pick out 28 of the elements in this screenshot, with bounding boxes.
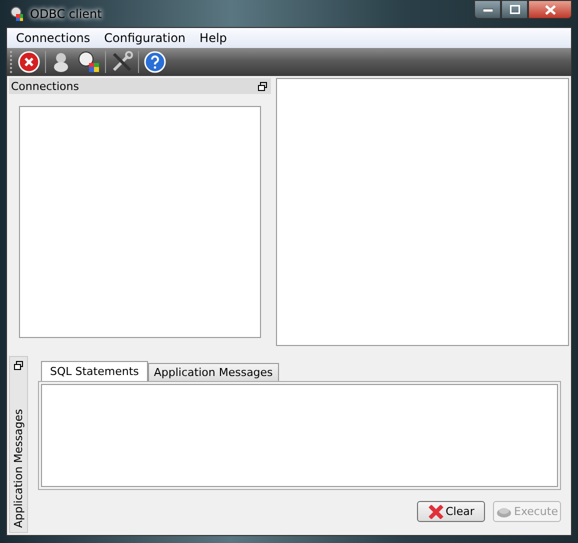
help-icon	[144, 51, 166, 73]
menu-item[interactable]: Configuration	[97, 31, 193, 45]
maximize-icon	[510, 5, 520, 14]
stop-button[interactable]	[17, 51, 41, 73]
tab[interactable]: Application Messages	[148, 363, 279, 381]
clear-button[interactable]: Clear	[417, 501, 485, 522]
minimize-icon	[482, 8, 492, 12]
tools-icon	[111, 51, 133, 73]
disc-icon	[496, 506, 512, 518]
close-button[interactable]	[528, 0, 572, 19]
minimize-button[interactable]	[474, 0, 501, 19]
window-title: ODBC client	[30, 6, 102, 20]
menu-item[interactable]: Connections	[9, 31, 98, 45]
panel-title: Connections	[11, 80, 79, 92]
float-icon[interactable]	[258, 82, 267, 90]
help-button[interactable]	[143, 51, 167, 73]
stop-icon	[18, 51, 40, 73]
maximize-button[interactable]	[501, 0, 528, 19]
menu-item[interactable]: Help	[192, 31, 234, 45]
dock-title: Application Messages	[12, 409, 25, 528]
sql-editor[interactable]	[41, 384, 558, 487]
tab[interactable]: SQL Statements	[41, 361, 148, 381]
settings-button[interactable]	[110, 51, 134, 73]
app-icon	[8, 6, 24, 22]
dock-tab[interactable]: Application Messages	[9, 356, 28, 533]
close-icon	[544, 4, 556, 14]
cross-icon	[428, 504, 444, 518]
float-icon[interactable]	[14, 361, 23, 370]
